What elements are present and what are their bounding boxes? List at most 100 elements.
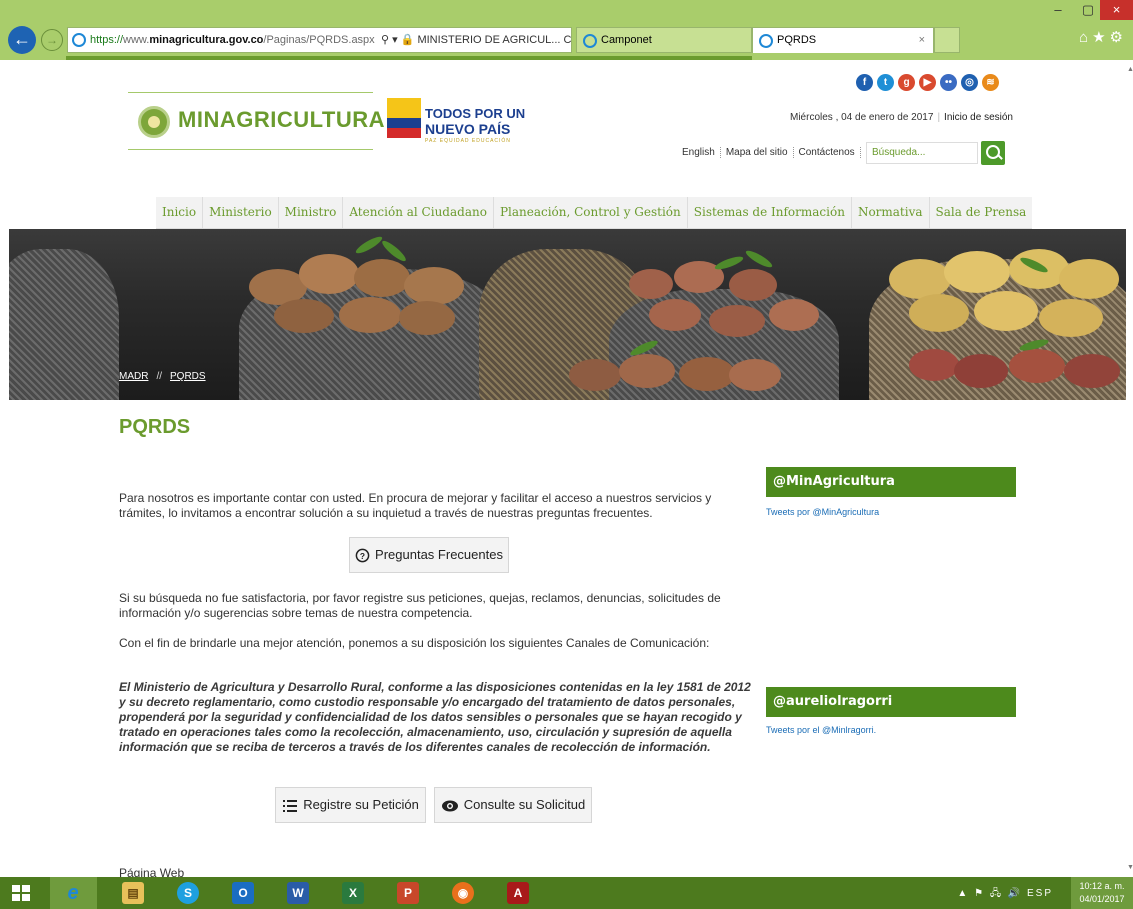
forward-button[interactable]: → — [41, 29, 63, 51]
menu-item-prensa[interactable]: Sala de Prensa — [930, 197, 1033, 228]
svg-text:?: ? — [360, 551, 365, 561]
tab-camponet[interactable]: Camponet — [576, 27, 752, 53]
home-favorites-settings-icons[interactable]: ⌂★⚙ — [1079, 28, 1127, 46]
rss-icon[interactable]: ≋ — [982, 74, 999, 91]
minagricultura-logo[interactable]: MINAGRICULTURA — [128, 92, 385, 150]
taskbar-firefox-icon[interactable]: ◉ — [440, 877, 487, 909]
taskbar-skype-icon[interactable]: S — [165, 877, 212, 909]
footer-heading: Página Web — [119, 866, 185, 877]
breadcrumb: MADR//PQRDS — [119, 371, 206, 382]
address-tools[interactable]: ⚲ ▾ 🔒 MINISTERIO DE AGRICUL... C — [381, 28, 571, 52]
main-menu: Inicio Ministerio Ministro Atención al C… — [156, 197, 1033, 229]
current-date: Miércoles , 04 de enero de 2017 — [790, 112, 934, 123]
faq-button[interactable]: ? Preguntas Frecuentes — [349, 537, 509, 573]
address-bar[interactable]: https://www.minagricultura.gov.co/Pagina… — [67, 27, 572, 53]
minimize-button[interactable]: – — [1043, 0, 1073, 20]
slogan-line3: PAZ EQUIDAD EDUCACIÓN — [425, 138, 511, 144]
eye-icon — [441, 800, 458, 812]
url-path: /Paginas/PQRDS.aspx — [263, 34, 375, 46]
gov-slogan-logo: TODOS POR UN NUEVO PAÍS PAZ EQUIDAD EDUC… — [385, 86, 535, 152]
menu-item-ministro[interactable]: Ministro — [279, 197, 344, 228]
back-button[interactable]: ← — [8, 26, 36, 54]
tab-favicon-icon — [759, 34, 773, 48]
tab-label: PQRDS — [777, 34, 817, 46]
menu-item-inicio[interactable]: Inicio — [156, 197, 204, 228]
taskbar-acrobat-icon[interactable]: A — [495, 877, 542, 909]
new-tab-button[interactable] — [934, 27, 960, 53]
english-link[interactable]: English — [677, 147, 721, 158]
slogan-line2: NUEVO PAÍS — [425, 121, 511, 137]
taskbar-powerpoint-icon[interactable]: P — [385, 877, 432, 909]
url-scheme: https:// — [90, 34, 124, 46]
twitter-widget-title: @MinAgricultura — [766, 467, 1016, 497]
taskbar-outlook-icon[interactable]: O — [220, 877, 267, 909]
contact-link[interactable]: Contáctenos — [793, 147, 861, 158]
privacy-notice: El Ministerio de Agricultura y Desarroll… — [119, 680, 751, 754]
site-favicon-icon — [72, 33, 86, 47]
menu-item-planeacion[interactable]: Planeación, Control y Gestión — [494, 197, 688, 228]
clock-time: 10:12 a. m. — [1079, 881, 1125, 891]
windows-taskbar: e ▤ S O W X P ◉ A ▲ ⚑ 🖧 🔊 ESP 10:12 a. m… — [0, 877, 1133, 909]
slogan-line1: TODOS POR UN — [425, 106, 526, 121]
page-viewport: MINAGRICULTURA TODOS POR UN NUEVO PAÍS P… — [0, 60, 1126, 877]
url-host-prefix: www. — [123, 34, 150, 46]
social-links: f t g ▶ •• ◎ ≋ — [856, 72, 1016, 91]
utility-links: English Mapa del sitio Contáctenos — [677, 147, 861, 158]
vertical-scrollbar[interactable]: ▲ ▼ — [1126, 60, 1133, 877]
sitemap-link[interactable]: Mapa del sitio — [720, 147, 794, 158]
close-tab-icon[interactable]: × — [919, 28, 925, 53]
intro-text: Para nosotros es importante contar con u… — [119, 491, 712, 520]
facebook-icon[interactable]: f — [856, 74, 873, 91]
breadcrumb-pqrds[interactable]: PQRDS — [170, 371, 206, 382]
tab-label: Camponet — [601, 34, 652, 46]
browser-window: – ▢ × ← → https://www.minagricultura.gov… — [0, 0, 1133, 909]
browser-toolbar: – ▢ × ← → https://www.minagricultura.gov… — [0, 0, 1133, 60]
scroll-down-icon[interactable]: ▼ — [1127, 864, 1133, 871]
menu-item-atencion[interactable]: Atención al Ciudadano — [343, 197, 494, 228]
taskbar-word-icon[interactable]: W — [275, 877, 322, 909]
register-label: Registre su Petición — [303, 797, 419, 812]
register-request-button[interactable]: Registre su Petición — [275, 787, 426, 823]
url-host: minagricultura.gov.co — [149, 34, 264, 46]
googleplus-icon[interactable]: g — [898, 74, 915, 91]
start-button[interactable] — [12, 885, 30, 902]
system-tray[interactable]: ▲ ⚑ 🖧 🔊 ESP — [957, 886, 1053, 903]
date-bar: Miércoles , 04 de enero de 2017 | Inicio d… — [790, 112, 1013, 123]
tab-favicon-icon — [583, 34, 597, 48]
search-icon[interactable] — [981, 141, 1005, 165]
paragraph-channels: Con el fin de brindarle una mejor atenci… — [119, 636, 710, 650]
numbered-list-icon — [283, 799, 298, 812]
login-link[interactable]: Inicio de sesión — [944, 112, 1013, 123]
taskbar-excel-icon[interactable]: X — [330, 877, 377, 909]
taskbar-clock[interactable]: 10:12 a. m. 04/01/2017 — [1071, 877, 1133, 909]
twitter-widget-link[interactable]: Tweets por @MinAgricultura — [766, 507, 879, 517]
instagram-icon[interactable]: ◎ — [961, 74, 978, 91]
twitter-icon[interactable]: t — [877, 74, 894, 91]
hero-banner-image: MADR//PQRDS — [9, 229, 1126, 400]
twitter-widget-link[interactable]: Tweets por el @Minlragorri. — [766, 725, 876, 735]
menu-item-sistemas[interactable]: Sistemas de Información — [688, 197, 852, 228]
taskbar-ie-icon[interactable]: e — [50, 877, 97, 909]
twitter-widget-title: @aureliolragorri — [766, 687, 1016, 717]
question-circle-icon: ? — [355, 548, 370, 563]
page-title: PQRDS — [119, 416, 191, 438]
breadcrumb-madr[interactable]: MADR — [119, 371, 148, 382]
consult-request-button[interactable]: Consulte su Solicitud — [434, 787, 592, 823]
clock-date: 04/01/2017 — [1079, 894, 1125, 904]
paragraph-register: Si su búsqueda no fue satisfactoria, por… — [119, 591, 721, 620]
coat-of-arms-icon — [138, 106, 170, 138]
colombia-flag-icon — [387, 98, 421, 138]
search-input[interactable]: Búsqueda... — [866, 142, 978, 164]
maximize-button[interactable]: ▢ — [1073, 0, 1103, 20]
youtube-icon[interactable]: ▶ — [919, 74, 936, 91]
close-window-button[interactable]: × — [1100, 0, 1133, 20]
scroll-up-icon[interactable]: ▲ — [1127, 66, 1133, 73]
consult-label: Consulte su Solicitud — [463, 797, 586, 812]
tab-pqrds[interactable]: PQRDS × — [752, 27, 934, 53]
faq-label: Preguntas Frecuentes — [375, 547, 503, 562]
taskbar-explorer-icon[interactable]: ▤ — [110, 877, 157, 909]
menu-item-normativa[interactable]: Normativa — [852, 197, 930, 228]
flickr-icon[interactable]: •• — [940, 74, 957, 91]
logo-text: MINAGRICULTURA — [178, 107, 386, 132]
menu-item-ministerio[interactable]: Ministerio — [203, 197, 279, 228]
